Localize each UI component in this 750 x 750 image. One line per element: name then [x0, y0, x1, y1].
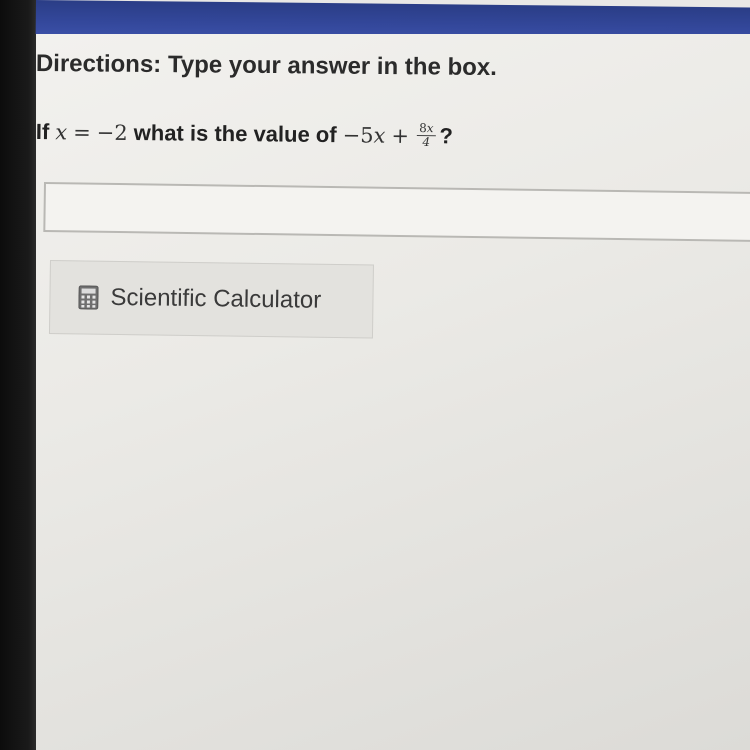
scientific-calculator-button[interactable]: Scientific Calculator [48, 260, 374, 339]
expression-fraction: 8x 4 [417, 121, 436, 150]
question-equals: = [73, 119, 91, 145]
question-middle: what is the value of [133, 119, 337, 147]
numerator-coefficient: 8 [419, 121, 427, 136]
question-prefix: If [35, 118, 50, 144]
question-text: If x = −2 what is the value of −5 x + 8x … [36, 118, 453, 149]
question-value: −2 [96, 120, 128, 145]
directions-label: Directions: [35, 50, 162, 79]
numerator-variable: x [426, 121, 434, 136]
question-variable: x [55, 119, 68, 144]
fraction-numerator: 8x [417, 121, 436, 137]
photographed-screen: Directions: Type your answer in the box.… [0, 0, 750, 750]
question-suffix: ? [439, 122, 454, 148]
directions: Directions: Type your answer in the box. [36, 50, 497, 82]
question-panel: Directions: Type your answer in the box.… [36, 34, 750, 750]
expression-variable: x [373, 123, 386, 148]
fraction-denominator: 4 [422, 135, 431, 150]
monitor-bezel [0, 0, 36, 750]
answer-input[interactable] [43, 182, 750, 243]
directions-text: Type your answer in the box. [167, 51, 497, 82]
calculator-label: Scientific Calculator [110, 283, 322, 314]
expression-coefficient: −5 [342, 122, 374, 148]
calculator-icon [78, 285, 99, 310]
expression-plus: + [391, 123, 410, 148]
